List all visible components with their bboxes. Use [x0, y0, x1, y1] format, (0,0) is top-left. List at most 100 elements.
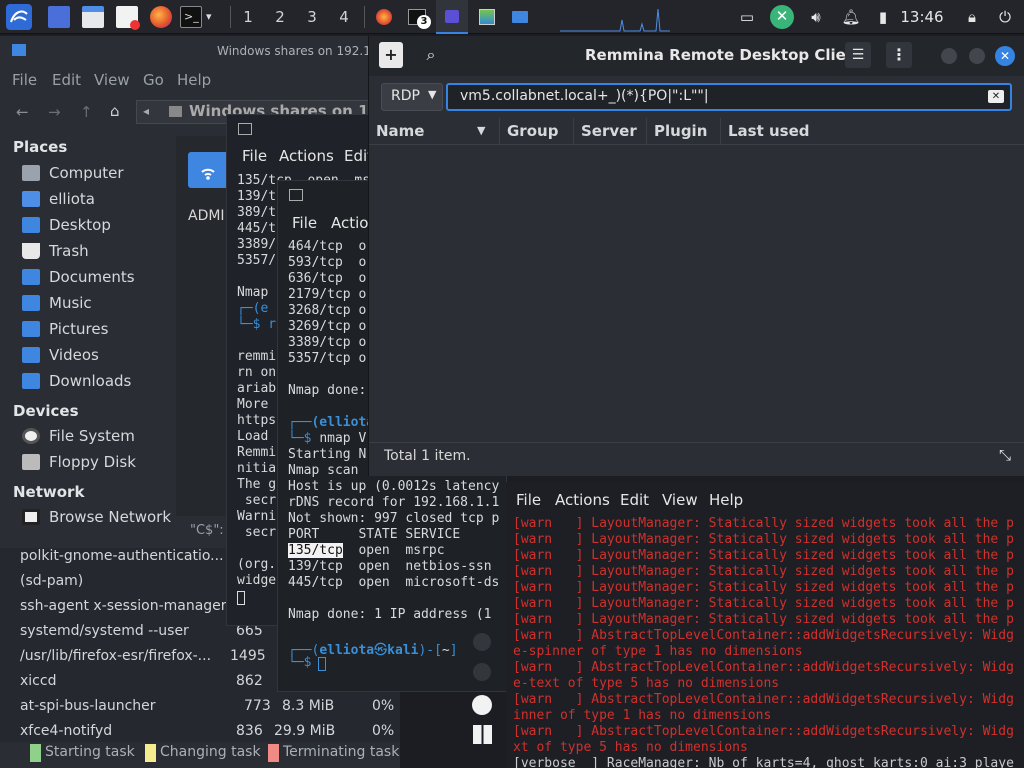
floppy-icon: [22, 454, 40, 470]
terminal-line: 2179/tcp o: [288, 287, 367, 302]
back-icon[interactable]: ←: [16, 103, 29, 121]
clear-input-icon[interactable]: ✕: [988, 90, 1004, 103]
remmina-task-active[interactable]: [436, 0, 468, 34]
text-editor-icon[interactable]: [116, 6, 140, 30]
terminal-line: rn on: [237, 365, 277, 380]
legend-swatch-starting: [30, 744, 41, 762]
process-row[interactable]: systemd/systemd --user: [20, 623, 189, 639]
process-row[interactable]: xiccd: [20, 673, 56, 689]
log-line: xt of type 5 has no dimensions: [513, 740, 748, 755]
protocol-select[interactable]: RDP ▼: [381, 83, 443, 111]
forward-icon[interactable]: →: [48, 103, 61, 121]
menu-file[interactable]: File: [292, 214, 317, 232]
power-icon[interactable]: ⏻: [994, 6, 1016, 28]
menu-view[interactable]: View: [662, 491, 698, 509]
window-title: Windows shares on 192.168: [217, 44, 387, 58]
menu-view[interactable]: View: [94, 71, 130, 89]
sidebar-item-browse-network[interactable]: Browse Network: [22, 506, 171, 528]
menu-actions[interactable]: Actions: [555, 491, 610, 509]
output-line: Not shown: 997 closed tcp p: [288, 511, 500, 526]
sidebar-item-downloads[interactable]: Downloads: [22, 370, 131, 392]
process-pid: 836: [236, 723, 263, 739]
battery-icon[interactable]: ▮: [874, 6, 892, 28]
process-row[interactable]: (sd-pam): [20, 573, 83, 589]
log-line: [warn ] LayoutManager: Statically sized …: [513, 612, 1014, 627]
close-button[interactable]: ✕: [995, 46, 1015, 66]
firefox-task-icon[interactable]: [376, 9, 392, 25]
update-icon[interactable]: ✕: [770, 5, 794, 29]
workspace-1[interactable]: 1: [233, 0, 263, 34]
folder-task-icon[interactable]: [512, 11, 528, 23]
file-manager-icon[interactable]: [82, 6, 104, 28]
share-label[interactable]: ADMI: [188, 208, 225, 224]
network-share-icon[interactable]: [188, 152, 228, 188]
search-icon[interactable]: ⌕: [419, 42, 443, 68]
output-line: Starting N: [288, 447, 367, 462]
sidebar-item-documents[interactable]: Documents: [22, 266, 135, 288]
port-row: 445/tcp open microsoft-ds: [288, 575, 500, 590]
column-server[interactable]: Server: [574, 118, 647, 144]
menu-edit[interactable]: Edit: [52, 71, 81, 89]
sidebar-item-music[interactable]: Music: [22, 292, 92, 314]
new-connection-button[interactable]: +: [379, 42, 403, 68]
terminal-line: The g: [237, 477, 277, 492]
sidebar-item-pictures[interactable]: Pictures: [22, 318, 108, 340]
column-group[interactable]: Group: [500, 118, 574, 144]
process-row[interactable]: /usr/lib/firefox-esr/firefox-...: [20, 648, 211, 664]
workspace-2[interactable]: 2: [265, 0, 295, 34]
sidebar-item-home[interactable]: elliota: [22, 188, 95, 210]
home-icon[interactable]: ⌂: [110, 102, 120, 120]
workspace-3[interactable]: 3: [297, 0, 327, 34]
terminal-icon[interactable]: >_: [180, 6, 202, 28]
minimize-button[interactable]: [941, 48, 957, 64]
clock[interactable]: 13:46: [900, 6, 944, 28]
maximize-button[interactable]: [969, 48, 985, 64]
terminal-task-icon[interactable]: 3: [408, 9, 431, 29]
show-desktop-icon[interactable]: [48, 6, 70, 28]
notification-bell-icon[interactable]: 🔔︎: [840, 6, 862, 28]
sidebar-item-filesystem[interactable]: File System: [22, 425, 135, 447]
image-viewer-task-icon[interactable]: [479, 9, 495, 25]
github-icon[interactable]: [472, 695, 492, 715]
screen-icon[interactable]: ▭: [737, 6, 757, 28]
firefox-icon[interactable]: [150, 6, 172, 28]
resize-icon[interactable]: ⤡: [999, 446, 1011, 464]
menu-edit[interactable]: Edit: [620, 491, 649, 509]
process-pid: 773: [244, 698, 271, 714]
path-left-icon[interactable]: ◂: [143, 104, 149, 118]
lock-icon[interactable]: 🔒︎: [962, 6, 982, 28]
menu-file[interactable]: File: [242, 147, 267, 165]
sidebar-item-floppy[interactable]: Floppy Disk: [22, 451, 136, 473]
process-row[interactable]: polkit-gnome-authenticatio...: [20, 548, 224, 564]
volume-icon[interactable]: 🔊︎: [805, 6, 827, 28]
chevron-down-icon[interactable]: ▾: [206, 6, 220, 28]
column-last-used[interactable]: Last used: [721, 118, 1024, 144]
column-plugin[interactable]: Plugin: [647, 118, 721, 144]
menu-help[interactable]: Help: [709, 491, 743, 509]
sidebar-item-desktop[interactable]: Desktop: [22, 214, 111, 236]
process-row[interactable]: ssh-agent x-session-manager: [20, 598, 227, 614]
windows-icon[interactable]: [473, 725, 492, 744]
folder-icon: [12, 44, 26, 56]
sidebar-item-trash[interactable]: Trash: [22, 240, 89, 262]
menu-go[interactable]: Go: [143, 71, 164, 89]
menu-actions[interactable]: Actions: [279, 147, 334, 165]
column-name[interactable]: Name ▼: [369, 118, 500, 144]
menu-help[interactable]: Help: [177, 71, 211, 89]
sidebar-item-videos[interactable]: Videos: [22, 344, 99, 366]
menu-file[interactable]: File: [12, 71, 37, 89]
menu-kebab-icon[interactable]: ⋮: [886, 42, 912, 68]
workspace-4[interactable]: 4: [329, 0, 359, 34]
list-view-icon[interactable]: ☰: [845, 42, 871, 68]
menu-file[interactable]: File: [516, 491, 541, 509]
process-row[interactable]: at-spi-bus-launcher: [20, 698, 156, 714]
process-row[interactable]: xfce4-notifyd: [20, 723, 112, 739]
sidebar-item-computer[interactable]: Computer: [22, 162, 124, 184]
quick-connect-input[interactable]: vm5.collabnet.local+_)(*){PO|":L""| ✕: [446, 83, 1012, 111]
dock-item-icon[interactable]: [473, 633, 491, 651]
connection-list[interactable]: [369, 144, 1024, 442]
dock-item-icon[interactable]: [473, 663, 491, 681]
computer-icon: [22, 165, 40, 181]
kali-menu-icon[interactable]: [6, 4, 32, 30]
up-icon[interactable]: ↑: [80, 103, 93, 121]
